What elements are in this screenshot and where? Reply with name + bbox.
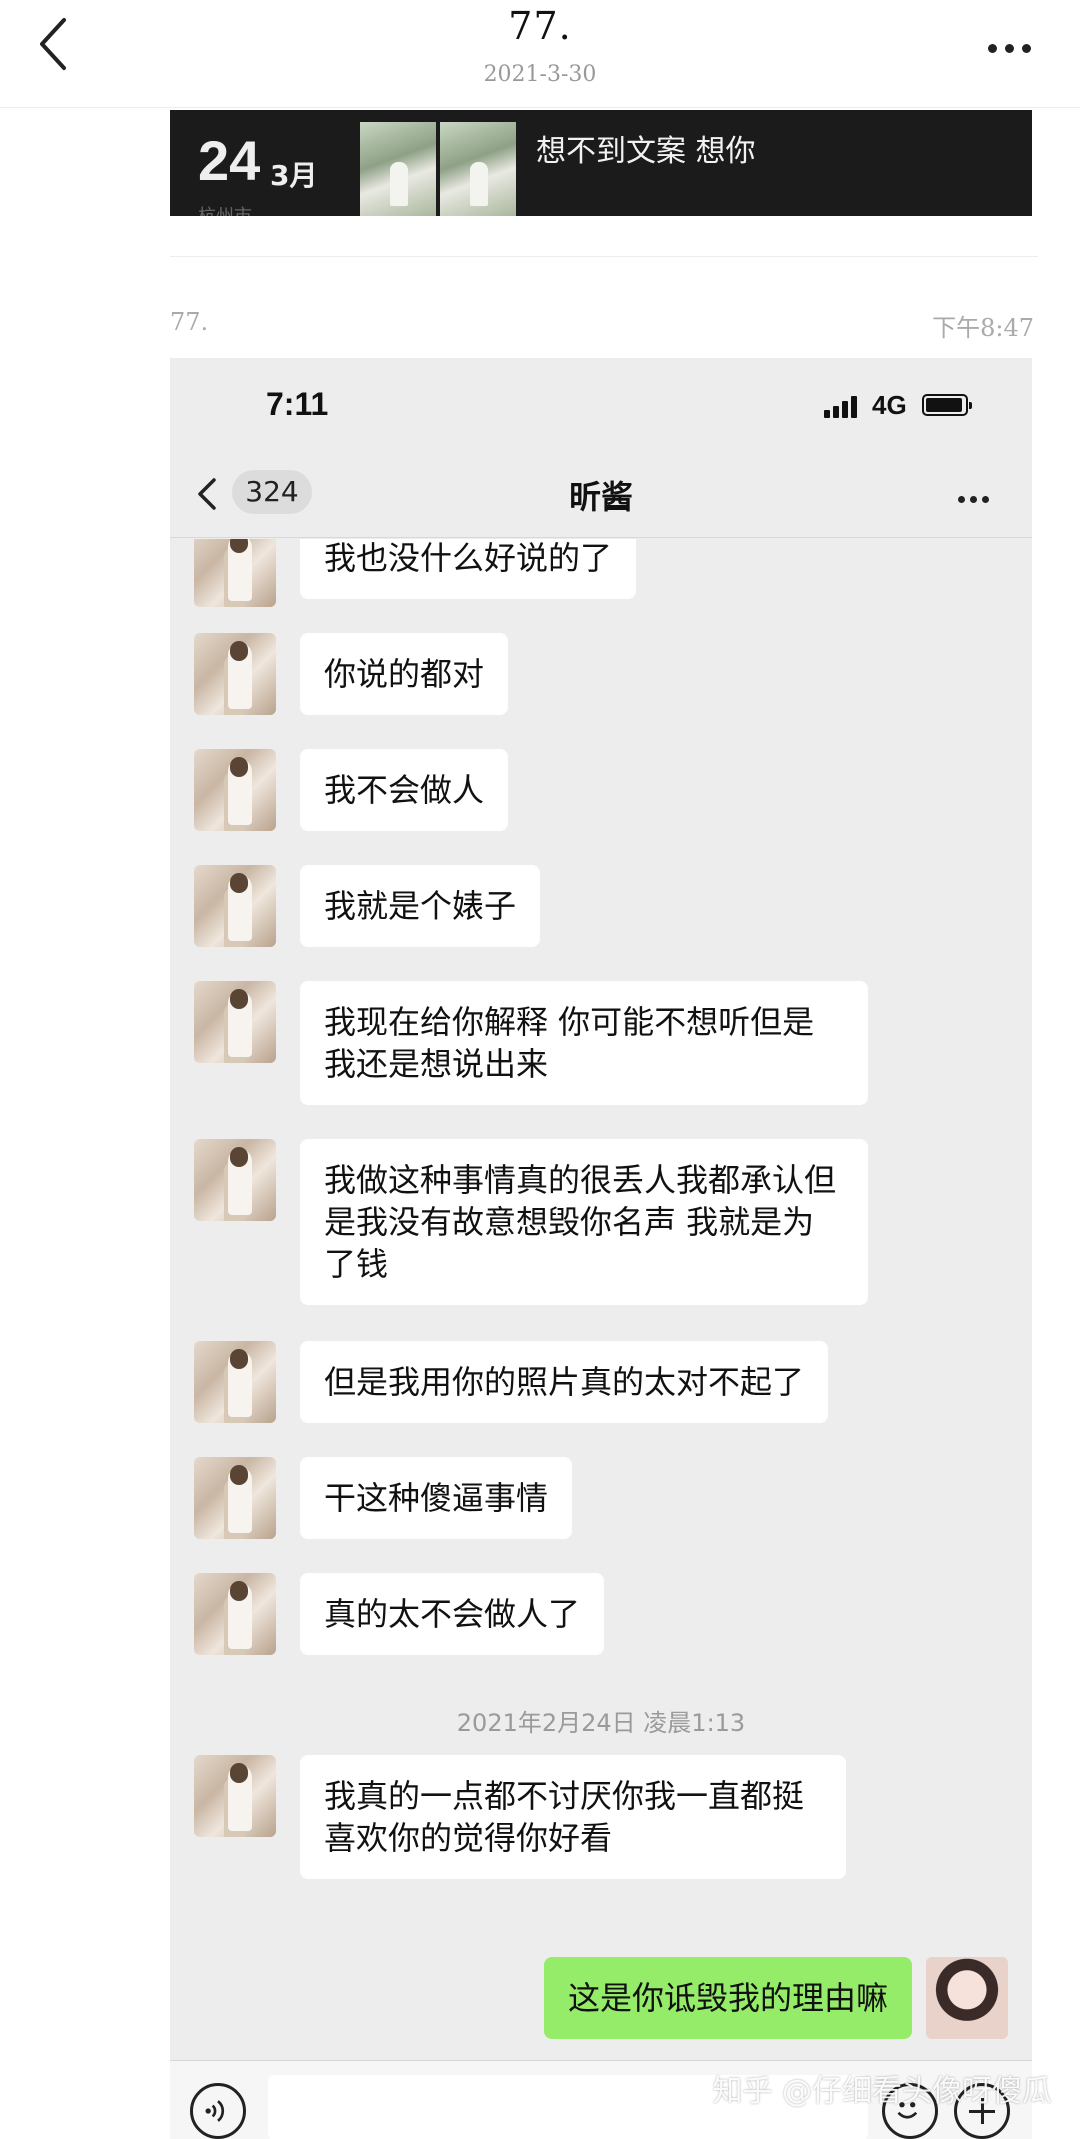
message-bubble[interactable]: 我不会做人 xyxy=(300,749,509,831)
post-time: 下午8:47 xyxy=(932,314,1034,342)
status-time: 7:11 xyxy=(266,386,329,422)
chat-navbar: 324 昕酱 xyxy=(170,448,1032,538)
message-bubble[interactable]: 我做这种事情真的很丢人我都承认但是我没有故意想毁你名声 我就是为了钱 xyxy=(300,1139,868,1305)
status-bar: 7:11 4G xyxy=(170,358,1032,448)
post-banner[interactable]: 24 3月 杭州市 想不到文案 想你 xyxy=(170,110,1032,216)
divider xyxy=(170,256,1038,257)
avatar[interactable] xyxy=(194,1457,276,1539)
message-bubble[interactable]: 你说的都对 xyxy=(300,633,509,715)
avatar[interactable] xyxy=(194,1755,276,1837)
message-bubble[interactable]: 真的太不会做人了 xyxy=(300,1573,605,1655)
avatar[interactable] xyxy=(194,539,276,607)
voice-icon[interactable] xyxy=(190,2083,246,2139)
avatar[interactable] xyxy=(194,633,276,715)
avatar[interactable] xyxy=(194,1573,276,1655)
post-author: 77. xyxy=(170,308,209,336)
network-label: 4G xyxy=(872,390,907,420)
sent-message-bubble[interactable]: 这是你诋毁我的理由嘛 xyxy=(543,1957,912,2039)
contact-name: 昕酱 xyxy=(568,478,633,516)
banner-thumbnail xyxy=(440,122,516,216)
post-title: 77. xyxy=(508,4,572,48)
avatar[interactable] xyxy=(194,749,276,831)
banner-month: 3月 xyxy=(270,159,318,192)
chat-timestamp: 2021年2月24日 凌晨1:13 xyxy=(456,1709,746,1737)
message-list: 我也没什么好说的了 你说的都对 我不会做人 我就是个婊子 我现在给你解释 你可能… xyxy=(170,539,1032,2059)
post-title-block: 77. 2021-3-30 xyxy=(0,4,1080,87)
banner-city: 杭州市 xyxy=(198,202,252,216)
message-bubble[interactable]: 我就是个婊子 xyxy=(300,865,541,947)
avatar[interactable] xyxy=(194,1139,276,1221)
avatar[interactable] xyxy=(194,1341,276,1423)
message-bubble[interactable]: 我真的一点都不讨厌你我一直都挺喜欢你的觉得你好看 xyxy=(300,1755,846,1879)
avatar[interactable] xyxy=(194,865,276,947)
banner-day: 24 xyxy=(198,129,261,192)
banner-thumbnail xyxy=(360,122,436,216)
more-dots-icon[interactable] xyxy=(988,38,1044,53)
signal-icon xyxy=(824,396,860,418)
message-bubble[interactable]: 我也没什么好说的了 xyxy=(300,539,637,599)
own-avatar[interactable] xyxy=(926,1957,1008,2039)
chat-screenshot: 7:11 4G 324 昕酱 我也没什么好说的了 你说的都对 我不会做人 我就是… xyxy=(170,358,1032,2139)
more-dots-icon[interactable] xyxy=(958,488,998,503)
battery-icon xyxy=(922,394,972,416)
post-date: 2021-3-30 xyxy=(483,62,597,87)
message-bubble[interactable]: 干这种傻逼事情 xyxy=(300,1457,573,1539)
banner-text: 想不到文案 想你 xyxy=(536,134,756,169)
message-bubble[interactable]: 但是我用你的照片真的太对不起了 xyxy=(300,1341,829,1423)
watermark: 知乎 @仔细看头像呀傻瓜 xyxy=(712,2074,1052,2109)
message-bubble[interactable]: 我现在给你解释 你可能不想听但是我还是想说出来 xyxy=(300,981,868,1105)
post-header: 77. 2021-3-30 xyxy=(0,0,1080,108)
avatar[interactable] xyxy=(194,981,276,1063)
